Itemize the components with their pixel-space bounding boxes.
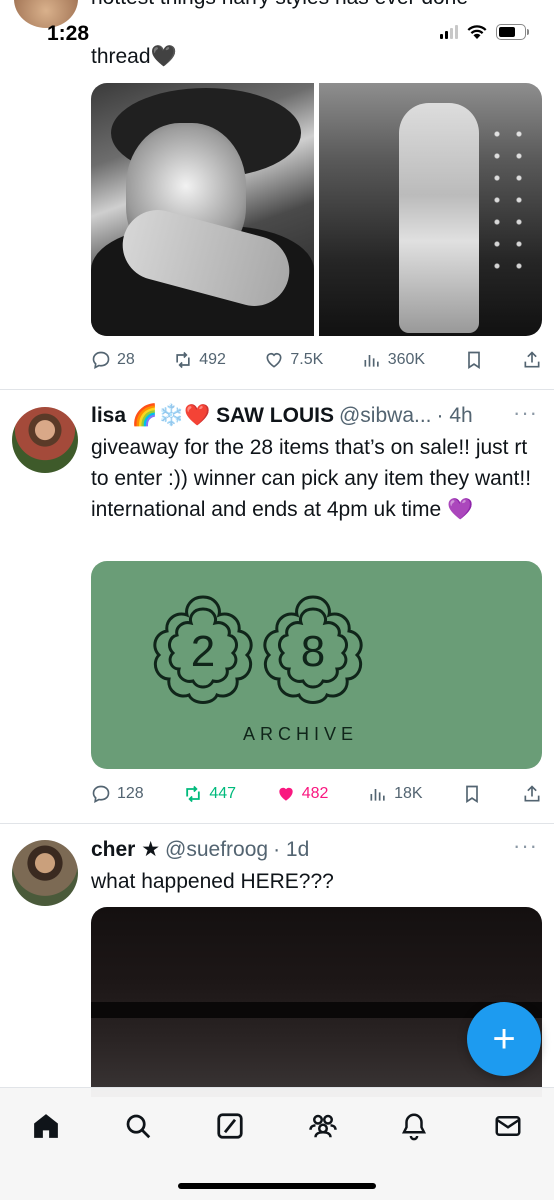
reply-icon <box>92 351 110 369</box>
share-icon <box>524 351 540 368</box>
user-handle[interactable]: @sibwa... <box>339 404 432 428</box>
grok-icon <box>217 1113 243 1139</box>
compose-tweet-button[interactable]: + <box>467 1002 541 1076</box>
bookmark-button[interactable] <box>464 350 484 370</box>
views-count: 360K <box>387 351 426 368</box>
reply-button[interactable]: 28 <box>91 350 135 370</box>
tweet-time: · 1d <box>273 838 310 861</box>
avatar[interactable] <box>12 840 78 906</box>
home-indicator <box>178 1183 376 1189</box>
tweet-divider <box>0 823 554 824</box>
bookmark-icon <box>466 785 479 804</box>
previous-tweet-text: thread🖤 <box>91 45 177 68</box>
search-icon <box>126 1114 151 1139</box>
share-icon <box>524 785 540 802</box>
tweet-media-photo[interactable] <box>91 907 542 1097</box>
tweet-header: cher ★ @suefroog · 1d <box>91 837 309 862</box>
like-button[interactable]: 482 <box>276 784 329 804</box>
tab-search[interactable] <box>120 1108 156 1144</box>
views-button[interactable]: 360K <box>362 350 425 370</box>
retweet-icon <box>186 785 201 803</box>
notifications-icon <box>401 1113 427 1141</box>
more-options-icon[interactable]: ··· <box>513 400 538 426</box>
media-photo-1[interactable] <box>91 83 314 336</box>
more-options-icon[interactable]: ··· <box>513 833 538 859</box>
tweet-actions: 128 447 482 18K <box>91 784 542 804</box>
archive-image-card[interactable]: 2 8 ARCHIVE <box>91 561 542 769</box>
views-icon <box>364 355 379 367</box>
previous-tweet-media[interactable] <box>91 83 542 336</box>
media-photo-2[interactable] <box>319 83 542 336</box>
display-name[interactable]: lisa 🌈❄️❤️ SAW LOUIS <box>91 404 334 428</box>
cellular-signal-icon <box>440 25 458 39</box>
tab-home[interactable] <box>28 1108 64 1144</box>
avatar[interactable] <box>12 407 78 473</box>
archive-label: ARCHIVE <box>242 724 358 744</box>
wifi-icon <box>467 25 487 39</box>
retweet-button[interactable]: 447 <box>183 784 236 804</box>
retweet-button[interactable]: 492 <box>173 350 226 370</box>
status-time: 1:28 <box>47 22 90 45</box>
bookmark-icon <box>467 351 480 370</box>
display-name[interactable]: cher ★ <box>91 837 160 862</box>
views-icon <box>370 789 385 801</box>
like-count: 7.5K <box>290 351 324 368</box>
status-icons <box>440 24 529 40</box>
tweet-text: what happened HERE??? <box>91 870 334 893</box>
retweet-count: 492 <box>199 351 226 368</box>
tweet-header: lisa 🌈❄️❤️ SAW LOUIS @sibwa... · 4h <box>91 404 473 428</box>
tweet-time: · 4h <box>436 404 473 427</box>
tab-communities[interactable] <box>305 1108 341 1144</box>
bookmark-button[interactable] <box>462 784 482 804</box>
archive-number-left: 2 <box>191 627 215 676</box>
share-button[interactable] <box>522 784 542 804</box>
communities-icon <box>309 1114 337 1138</box>
tweet-text: giveaway for the 28 items that’s on sale… <box>91 436 532 521</box>
views-count: 18K <box>394 785 423 802</box>
messages-icon <box>495 1116 521 1136</box>
reply-button[interactable]: 128 <box>91 784 144 804</box>
reply-count: 128 <box>117 785 144 802</box>
retweet-count: 447 <box>209 785 237 802</box>
tab-grok[interactable] <box>212 1108 248 1144</box>
battery-icon <box>496 24 529 40</box>
like-count: 482 <box>301 785 329 802</box>
status-bar: 1:28 <box>0 0 554 48</box>
share-button[interactable] <box>522 350 542 370</box>
like-button[interactable]: 7.5K <box>264 350 323 370</box>
heart-icon <box>266 352 282 368</box>
tweet-divider <box>0 389 554 390</box>
previous-tweet-actions: 28 492 7.5K 360K <box>91 350 542 370</box>
archive-number-right: 8 <box>301 627 325 676</box>
user-handle[interactable]: @suefroog <box>165 838 268 862</box>
tab-messages[interactable] <box>490 1108 526 1144</box>
tab-notifications[interactable] <box>396 1108 432 1144</box>
reply-icon <box>92 785 110 803</box>
archive-logo: 2 8 <box>153 595 363 704</box>
reply-count: 28 <box>117 351 135 368</box>
home-icon <box>34 1114 58 1138</box>
heart-filled-icon <box>279 787 293 801</box>
views-button[interactable]: 18K <box>368 784 423 804</box>
retweet-icon <box>176 351 190 369</box>
